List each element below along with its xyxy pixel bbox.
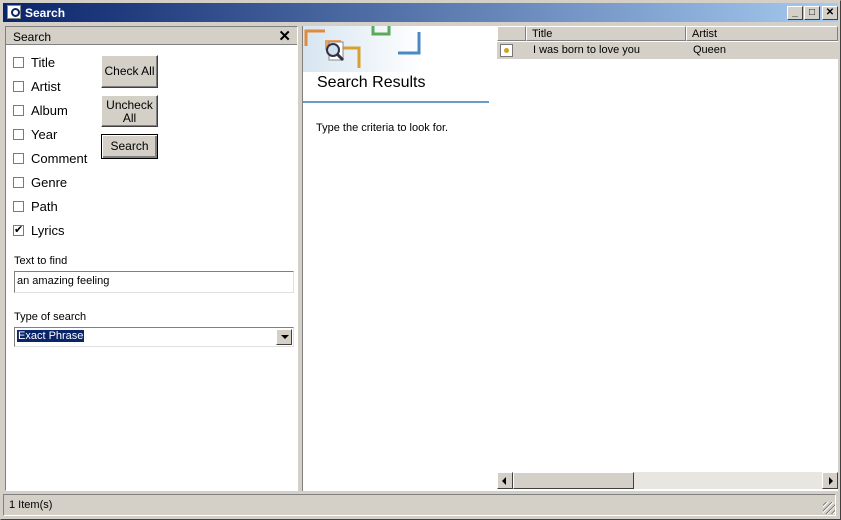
audio-file-icon bbox=[500, 44, 513, 57]
checkbox-label: Genre bbox=[31, 175, 68, 190]
checkbox-label: Year bbox=[31, 127, 58, 142]
scroll-right-icon[interactable] bbox=[822, 472, 838, 489]
checkbox-label: Album bbox=[31, 103, 68, 118]
search-panel: Search ✕ Title Artist Album Year Comment… bbox=[5, 26, 298, 491]
chevron-down-icon[interactable] bbox=[276, 329, 292, 345]
column-header-title[interactable]: Title bbox=[526, 26, 686, 41]
horizontal-scrollbar[interactable] bbox=[497, 472, 838, 489]
search-window: Search _ □ ✕ Search ✕ Title Artist Album… bbox=[0, 0, 841, 520]
minimize-button[interactable]: _ bbox=[787, 6, 803, 20]
checkbox[interactable] bbox=[13, 81, 24, 92]
checkbox-label: Title bbox=[31, 55, 56, 70]
results-list: Title Artist I was born to love you Quee… bbox=[497, 26, 838, 491]
checkbox-label: Comment bbox=[31, 151, 88, 166]
resize-grip-icon[interactable] bbox=[823, 502, 835, 514]
search-button[interactable]: Search bbox=[101, 134, 158, 159]
checkbox-label: Lyrics bbox=[31, 223, 65, 238]
column-header-icon[interactable] bbox=[497, 26, 526, 41]
search-app-icon bbox=[7, 5, 21, 19]
search-results-title: Search Results bbox=[317, 74, 426, 91]
uncheck-all-label-line2: All bbox=[122, 111, 137, 125]
item-count-text: 1 Item(s) bbox=[9, 499, 53, 511]
result-title-cell: I was born to love you bbox=[533, 44, 641, 56]
column-header-artist[interactable]: Artist bbox=[686, 26, 838, 41]
column-header-label: Artist bbox=[692, 28, 718, 40]
search-hint-text: Type the criteria to look for. bbox=[316, 122, 449, 134]
scrollbar-thumb[interactable] bbox=[513, 472, 634, 489]
text-to-find-label: Text to find bbox=[14, 255, 68, 267]
scroll-left-icon[interactable] bbox=[497, 472, 513, 489]
checkbox[interactable] bbox=[13, 57, 24, 68]
maximize-button[interactable]: □ bbox=[804, 6, 820, 20]
panel-header-label: Search bbox=[13, 30, 52, 44]
status-cell: 1 Item(s) bbox=[3, 494, 836, 516]
checkbox[interactable] bbox=[13, 105, 24, 116]
column-header-label: Title bbox=[532, 28, 553, 40]
checkbox[interactable] bbox=[13, 177, 24, 188]
checkbox[interactable] bbox=[13, 201, 24, 212]
type-of-search-value: Exact Phrase bbox=[17, 330, 85, 342]
status-bar: 1 Item(s) bbox=[3, 494, 838, 517]
check-all-button[interactable]: Check All bbox=[101, 55, 158, 88]
search-results-pane: Search Results Type the criteria to look… bbox=[302, 26, 497, 491]
checkbox-checked[interactable] bbox=[13, 223, 24, 236]
close-button[interactable]: ✕ bbox=[822, 6, 838, 20]
search-panel-header: Search ✕ bbox=[6, 27, 297, 45]
window-title: Search bbox=[25, 6, 66, 20]
checkbox-label: Artist bbox=[31, 79, 61, 94]
uncheck-all-button[interactable]: Uncheck All bbox=[101, 95, 158, 127]
title-divider bbox=[303, 101, 489, 103]
checkbox[interactable] bbox=[13, 129, 24, 140]
result-artist-cell: Queen bbox=[693, 44, 727, 56]
type-of-search-select[interactable]: Exact Phrase bbox=[14, 327, 294, 347]
title-bar[interactable]: Search _ □ ✕ bbox=[3, 3, 838, 22]
close-panel-icon[interactable]: ✕ bbox=[278, 27, 291, 45]
checkbox[interactable] bbox=[13, 153, 24, 164]
table-row[interactable]: I was born to love you Queen bbox=[497, 42, 838, 59]
text-to-find-input[interactable]: an amazing feeling bbox=[14, 271, 294, 293]
checkbox-label: Path bbox=[31, 199, 58, 214]
type-of-search-label: Type of search bbox=[14, 311, 87, 323]
